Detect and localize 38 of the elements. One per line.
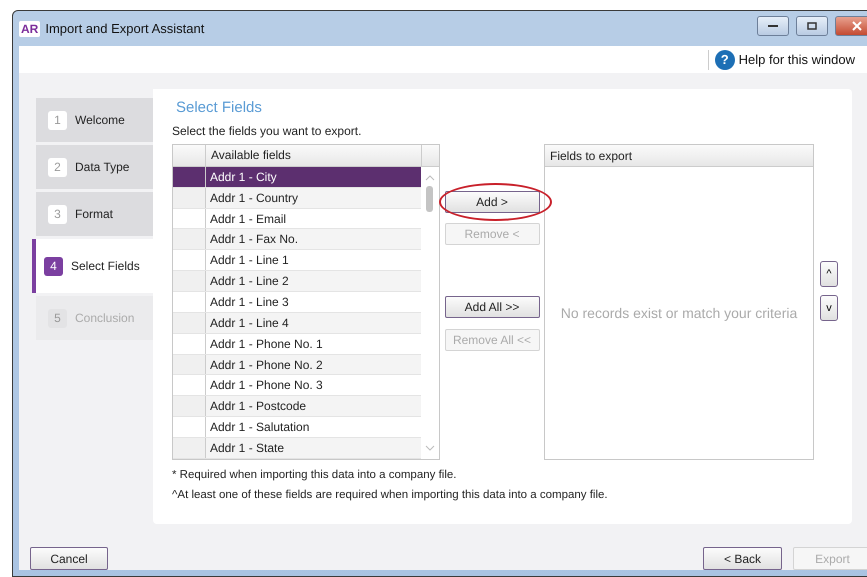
step-label: Select Fields (71, 259, 140, 273)
move-down-button[interactable]: v (820, 295, 838, 321)
empty-message: No records exist or match your criteria (560, 304, 798, 323)
close-icon (852, 20, 862, 30)
help-icon: ? (714, 50, 735, 70)
maximize-button[interactable] (796, 16, 828, 36)
footer-button[interactable]: < Back (703, 547, 782, 570)
column-header: Available fields (210, 147, 292, 164)
minimize-button[interactable] (757, 16, 789, 36)
maximize-icon (807, 22, 817, 30)
step-label: Data Type (75, 160, 130, 174)
transfer-button[interactable]: Add All >> (444, 296, 540, 318)
instruction-text: Select the fields you want to export. (172, 124, 362, 138)
footnote: ^At least one of these fields are required when importing this data into a company file. (172, 489, 609, 501)
column-header: Fields to export (549, 148, 634, 164)
step-number: 3 (48, 204, 67, 224)
close-button[interactable] (835, 16, 867, 36)
app-logo: AR (19, 20, 40, 36)
step-label: Format (75, 207, 114, 221)
step-number: 2 (48, 158, 67, 176)
wizard-step[interactable]: 4 Select Fields (32, 239, 153, 293)
section-title: Select Fields (176, 99, 263, 116)
field-row[interactable]: Addr 1 - City (173, 166, 421, 188)
move-up-button[interactable]: ^ (820, 261, 838, 287)
step-label: Welcome (75, 113, 125, 127)
minimize-icon (768, 24, 778, 28)
help-link[interactable]: ? Help for this window (708, 50, 855, 70)
step-number: 5 (48, 308, 67, 328)
step-number: 1 (48, 110, 67, 130)
window-title: Import and Export Assistant (45, 21, 206, 36)
footnote: * Required when importing this data into a company file. (172, 469, 458, 481)
wizard-step[interactable]: 1 Welcome (36, 98, 153, 142)
transfer-button[interactable]: Add > (444, 191, 540, 213)
step-label: Conclusion (75, 311, 134, 325)
wizard-step[interactable]: 3 Format (36, 192, 153, 236)
footer-button[interactable]: Cancel (30, 547, 108, 570)
step-number: 4 (44, 256, 63, 276)
wizard-step[interactable]: 2 Data Type (36, 145, 153, 189)
